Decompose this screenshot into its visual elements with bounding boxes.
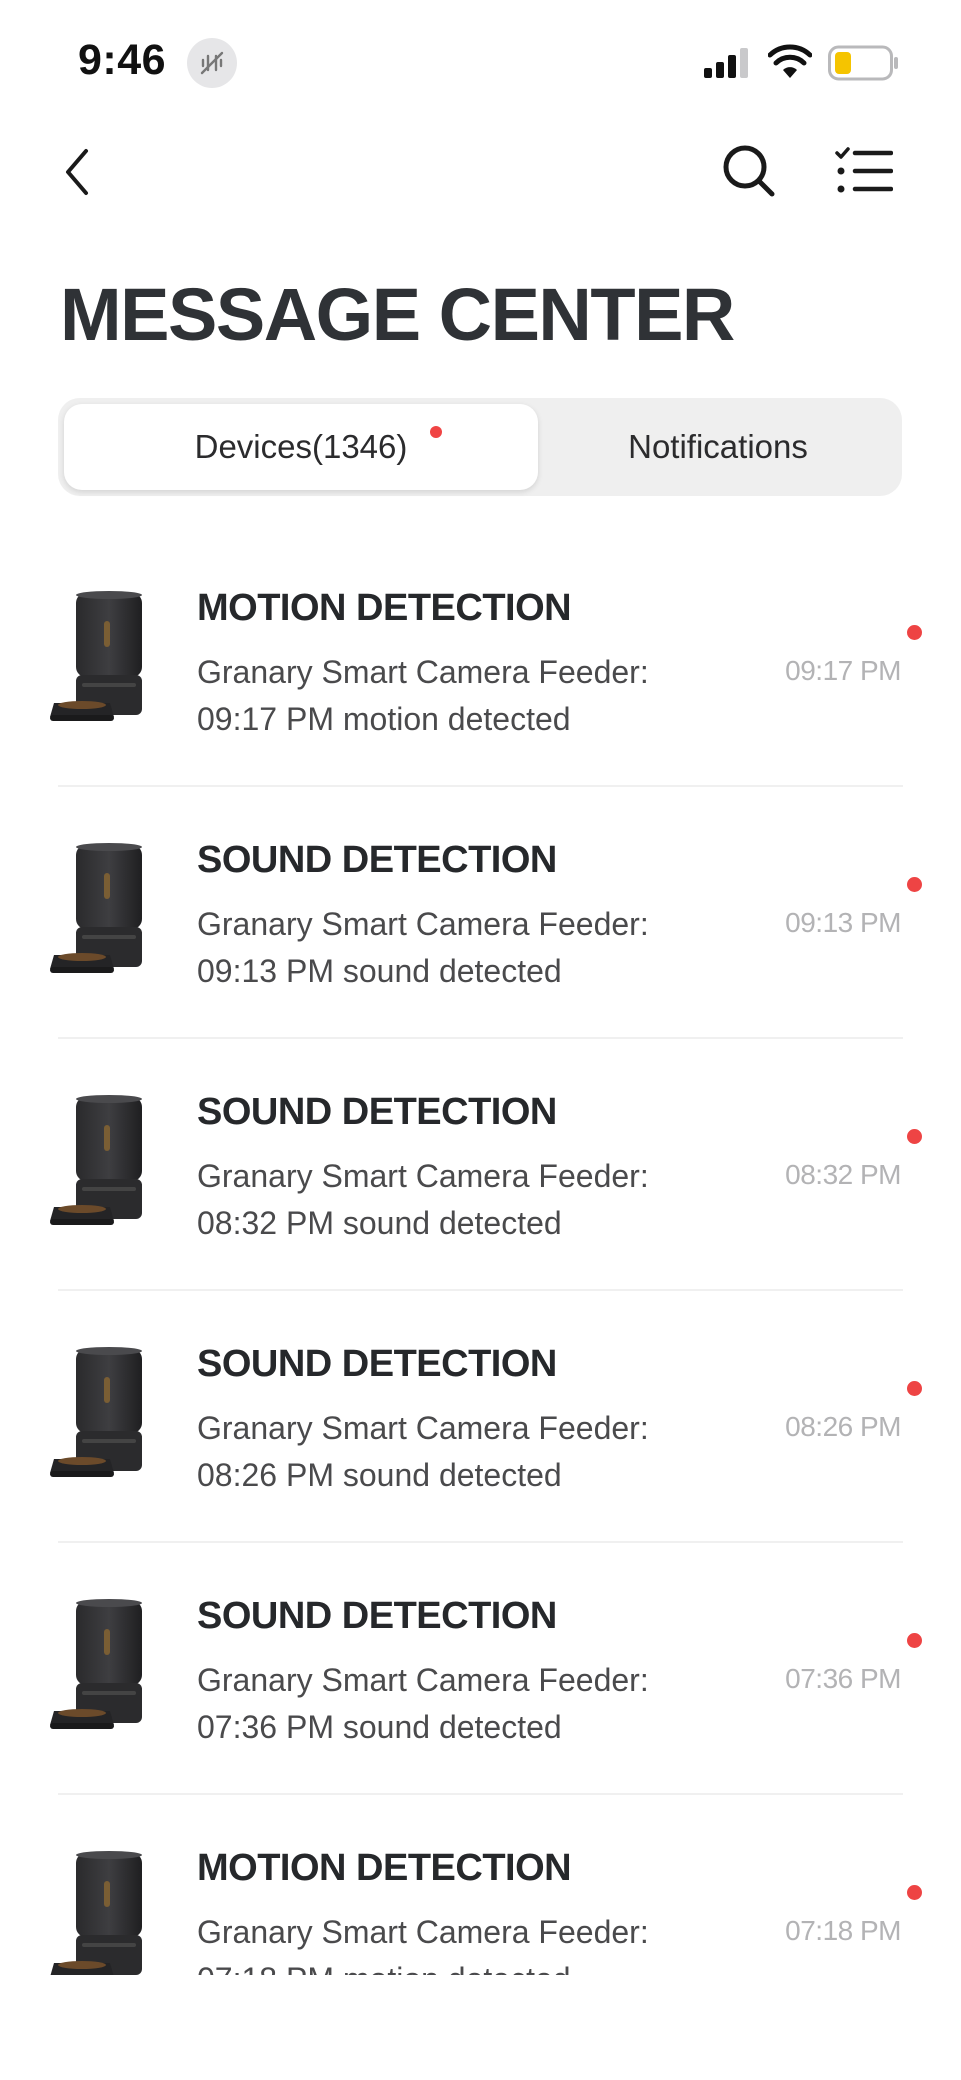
message-time: 07:36 PM [785,1663,901,1694]
page-title: MESSAGE CENTER [60,273,735,356]
feeder-device-thumbnail [50,591,150,727]
tab-notifications[interactable]: Notifications [540,404,896,490]
status-time: 9:46 [78,36,167,84]
message-title: MOTION DETECTION [197,1847,572,1889]
unread-badge-dot [430,426,442,438]
feeder-device-thumbnail [50,1347,150,1483]
unread-dot [907,877,922,892]
unread-dot [907,625,922,640]
unread-dot [907,1633,922,1648]
wifi-icon [768,44,812,78]
feeder-device-thumbnail [50,1851,150,1975]
feeder-device-thumbnail [50,1599,150,1735]
feeder-device-thumbnail [50,1095,150,1231]
tab-devices[interactable]: Devices(1346) [64,404,538,490]
silent-mode-icon [187,38,237,88]
message-center-screen: 9:46 MESSAGE CENTER Devices(1346) Notifi… [0,0,961,2080]
unread-dot [907,1381,922,1396]
feeder-device-thumbnail [50,843,150,979]
message-item[interactable]: SOUND DETECTION Granary Smart Camera Feed… [0,787,961,1039]
cellular-signal-icon [704,48,748,78]
battery-icon [828,45,898,81]
message-body: Granary Smart Camera Feeder: 07:36 PM so… [197,1662,649,1745]
message-tabs: Devices(1346) Notifications [58,398,902,496]
message-list: MOTION DETECTION Granary Smart Camera Fee… [0,535,961,1975]
message-item[interactable]: SOUND DETECTION Granary Smart Camera Feed… [0,1291,961,1543]
message-title: SOUND DETECTION [197,839,557,881]
navigation-bar [0,130,961,210]
message-body: Granary Smart Camera Feeder: 08:32 PM so… [197,1158,649,1241]
message-body: Granary Smart Camera Feeder: 07:18 PM mo… [197,1914,649,1975]
message-body: Granary Smart Camera Feeder: 09:17 PM mo… [197,654,649,737]
chevron-left-icon [66,149,88,195]
mark-all-read-button[interactable] [832,142,896,200]
message-item[interactable]: MOTION DETECTION Granary Smart Camera Fee… [0,1795,961,1975]
message-time: 09:17 PM [785,655,901,686]
message-title: SOUND DETECTION [197,1091,557,1133]
message-item[interactable]: SOUND DETECTION Granary Smart Camera Feed… [0,1039,961,1291]
message-time: 08:26 PM [785,1411,901,1442]
tab-notifications-label: Notifications [628,428,808,465]
search-icon [723,145,775,197]
checklist-icon [835,147,893,193]
message-time: 07:18 PM [785,1915,901,1946]
message-title: SOUND DETECTION [197,1595,557,1637]
message-item[interactable]: SOUND DETECTION Granary Smart Camera Feed… [0,1543,961,1795]
message-time: 08:32 PM [785,1159,901,1190]
message-time: 09:13 PM [785,907,901,938]
status-bar: 9:46 [0,0,961,120]
message-title: SOUND DETECTION [197,1343,557,1385]
back-button[interactable] [52,144,102,200]
search-button[interactable] [718,140,780,202]
unread-dot [907,1129,922,1144]
message-title: MOTION DETECTION [197,587,572,629]
message-item[interactable]: MOTION DETECTION Granary Smart Camera Fee… [0,535,961,787]
message-body: Granary Smart Camera Feeder: 09:13 PM so… [197,906,649,989]
tab-devices-label: Devices(1346) [194,428,408,465]
message-body: Granary Smart Camera Feeder: 08:26 PM so… [197,1410,649,1493]
unread-dot [907,1885,922,1900]
